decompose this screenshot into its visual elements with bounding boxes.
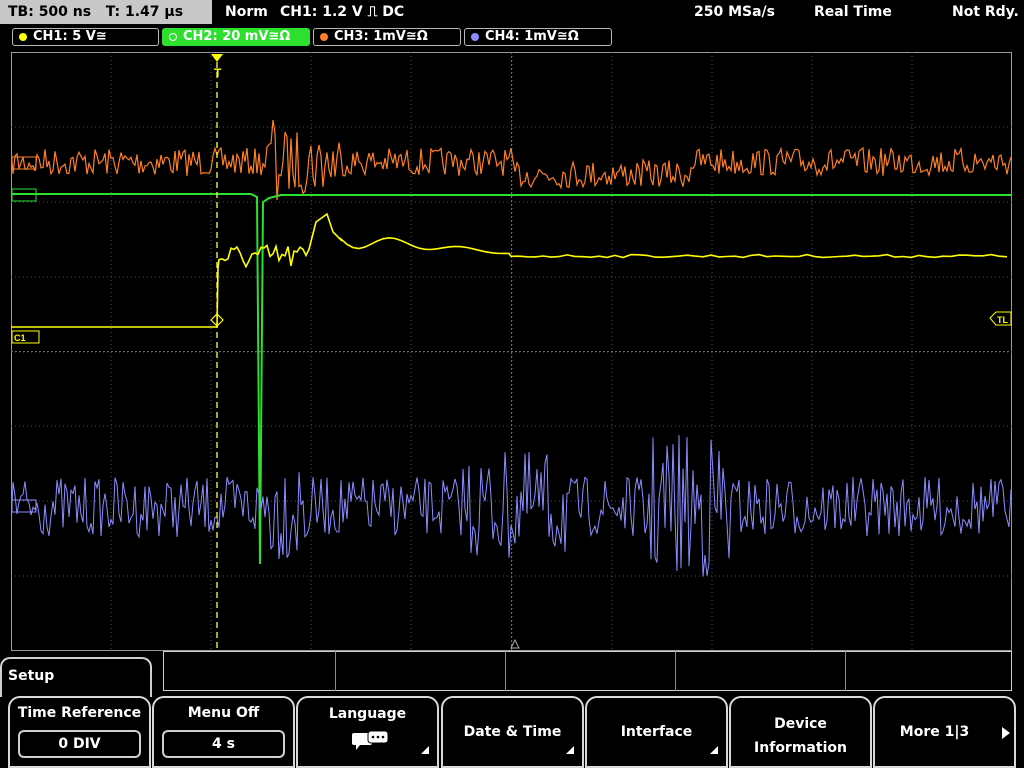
divider xyxy=(335,651,336,691)
trigger-level-marker[interactable]: TL xyxy=(989,311,1012,326)
softkey-label: More 1|3 xyxy=(899,724,970,740)
divider xyxy=(675,651,676,691)
corner-arrow-icon xyxy=(421,746,429,754)
ch1-waveform xyxy=(11,212,1008,328)
interface-softkey[interactable]: Interface xyxy=(585,696,728,768)
info-strip xyxy=(163,651,1012,691)
channel-label: CH1: 5 V≅ xyxy=(33,29,107,44)
ch1-offset-marker[interactable]: C1 xyxy=(11,330,40,344)
menu-title: Setup xyxy=(8,668,55,684)
speech-bubble-icon xyxy=(352,730,389,750)
channel-tab-ch1[interactable]: CH1: 5 V≅ xyxy=(12,28,159,46)
graticule xyxy=(11,52,1012,651)
softkey-label: Time Reference xyxy=(17,705,142,721)
device-information-softkey[interactable]: Device Information xyxy=(729,696,872,768)
time-reference-value[interactable]: 0 DIV xyxy=(18,730,141,758)
softkey-label: Date & Time xyxy=(463,724,562,740)
trigger-position-marker-icon[interactable] xyxy=(211,54,223,62)
corner-arrow-icon xyxy=(710,746,718,754)
time-reference-softkey[interactable]: Time Reference 0 DIV xyxy=(8,696,151,768)
trigger-level-label: TL xyxy=(997,315,1008,325)
more-softkey[interactable]: More 1|3 xyxy=(873,696,1016,768)
sample-rate: 250 MSa/s xyxy=(694,4,776,20)
ch2-indicator-icon xyxy=(169,33,177,41)
ch4-indicator-icon xyxy=(471,33,479,41)
language-softkey[interactable]: Language xyxy=(296,696,439,768)
ch1-indicator-icon xyxy=(19,33,27,41)
trigger-mode[interactable]: Norm xyxy=(225,0,268,24)
channel-label: CH2: 20 mV≅Ω xyxy=(183,29,291,44)
trigger-readout[interactable]: CH1: 1.2 V ⎍ DC xyxy=(280,0,404,24)
softkey-label: Menu Off xyxy=(187,705,260,721)
waveform-display[interactable]: T TL C1 xyxy=(11,52,1012,651)
divider xyxy=(505,651,506,691)
channel-tab-ch4[interactable]: CH4: 1mV≅Ω xyxy=(464,28,612,46)
divider xyxy=(845,651,846,691)
corner-arrow-icon xyxy=(566,746,574,754)
date-time-softkey[interactable]: Date & Time xyxy=(441,696,584,768)
channel-label: CH3: 1mV≅Ω xyxy=(334,29,428,44)
channel-tab-ch2[interactable]: CH2: 20 mV≅Ω xyxy=(162,28,310,46)
ch3-indicator-icon xyxy=(320,33,328,41)
timebase-readout[interactable]: TB: 500 ns T: 1.47 µs xyxy=(0,0,212,24)
menu-off-value[interactable]: 4 s xyxy=(162,730,285,758)
softkey-label: Language xyxy=(328,706,407,722)
trigger-position-label: T xyxy=(214,66,222,80)
menu-off-softkey[interactable]: Menu Off 4 s xyxy=(152,696,295,768)
next-page-arrow-icon xyxy=(1002,727,1010,739)
softkey-label: Device Information xyxy=(754,716,847,756)
acquisition-mode: Real Time xyxy=(814,4,892,20)
trigger-status: Not Rdy. xyxy=(952,4,1019,20)
channel-tab-ch3[interactable]: CH3: 1mV≅Ω xyxy=(313,28,461,46)
softkey-label: Interface xyxy=(620,724,693,740)
channel-label: CH4: 1mV≅Ω xyxy=(485,29,579,44)
ch1-offset-label: C1 xyxy=(14,333,26,343)
